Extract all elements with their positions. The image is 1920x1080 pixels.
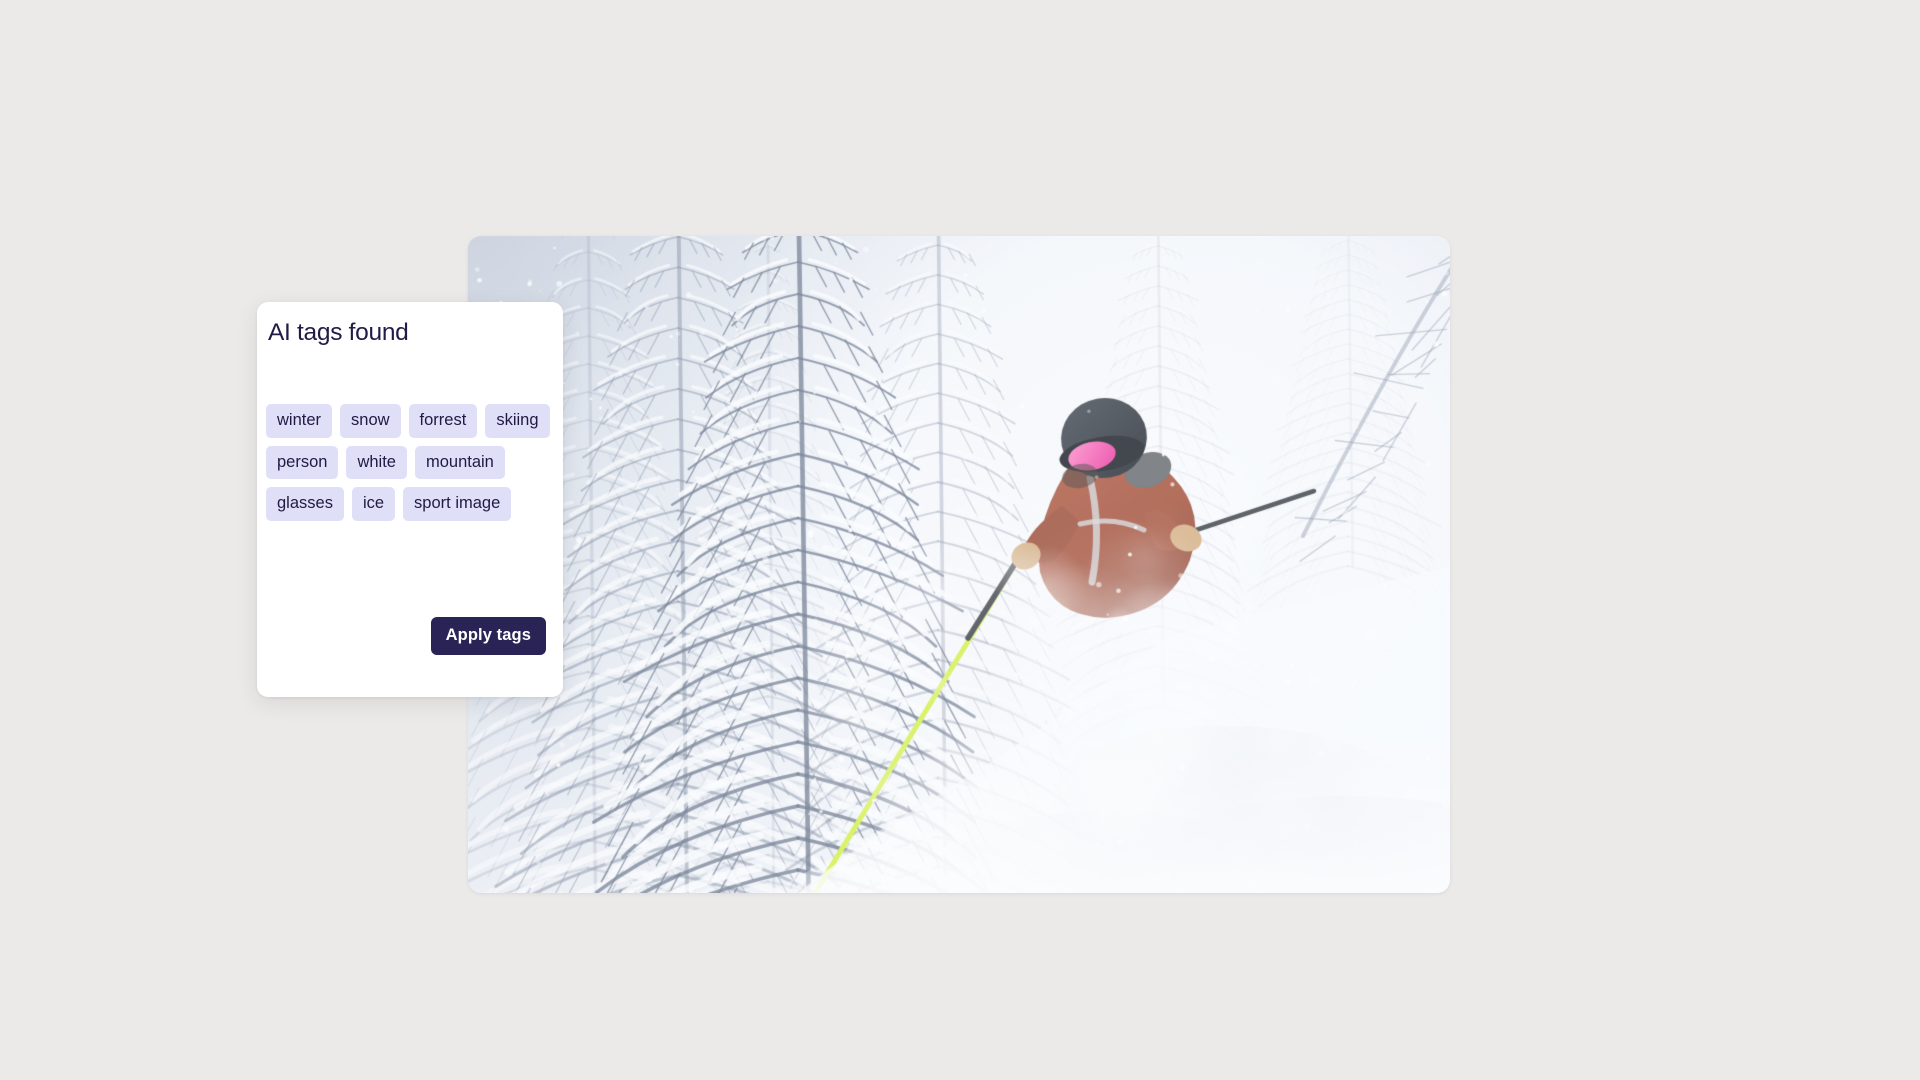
tag-pill[interactable]: glasses	[266, 487, 344, 521]
tag-pill[interactable]: forrest	[408, 404, 478, 438]
tag-pill[interactable]: person	[266, 445, 339, 479]
tag-pill[interactable]: mountain	[414, 445, 505, 479]
card-title: AI tags found	[268, 319, 409, 346]
ai-tags-card: AI tags found winter snow forrest skiing per…	[257, 302, 563, 697]
tag-pill[interactable]: ice	[351, 487, 396, 521]
tag-pill[interactable]: sport image	[403, 487, 512, 521]
apply-tags-button[interactable]: Apply tags	[430, 617, 546, 655]
tag-pill[interactable]: winter	[266, 404, 333, 438]
tag-list: winter snow forrest skiing person white mounta…	[266, 404, 552, 521]
tag-pill[interactable]: snow	[340, 404, 401, 438]
tag-pill[interactable]: white	[346, 445, 407, 479]
tagged-photo[interactable]	[468, 236, 1450, 893]
tag-pill[interactable]: skiing	[485, 404, 550, 438]
photo-image	[468, 236, 1450, 893]
